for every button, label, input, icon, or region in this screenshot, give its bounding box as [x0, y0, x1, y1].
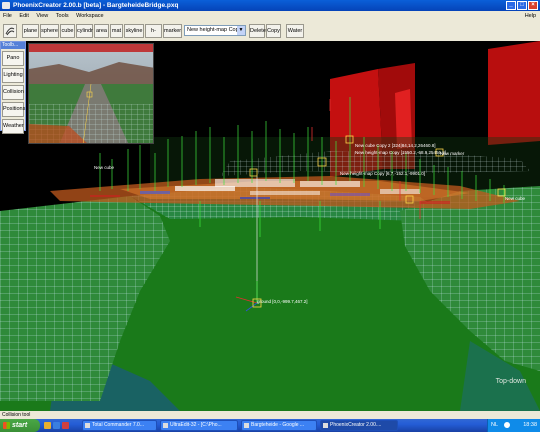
cylinder-button[interactable]: cylindr — [76, 24, 93, 38]
menu-workspace[interactable]: Workspace — [76, 13, 103, 19]
copy-button[interactable]: Copy — [266, 24, 281, 38]
clock: 18:38 — [523, 422, 537, 428]
cube-button[interactable]: cube — [60, 24, 75, 38]
object-select-value: New height-map Copy — [187, 27, 242, 33]
window-icon — [323, 423, 328, 428]
label-ground[interactable]: ground [0,0,-999.7,467.2] — [257, 299, 308, 304]
task-phoenixcreator[interactable]: PhoenixCreator 2.00.... — [320, 420, 398, 431]
toolbar: plane sphere cube cylindr area mat skyli… — [0, 21, 540, 46]
tray-language[interactable]: NL — [491, 419, 498, 432]
window-title: PhoenixCreator 2.00.b [beta] - Bargtehei… — [13, 2, 179, 9]
start-label: start — [12, 422, 28, 429]
object-select[interactable]: New height-map Copy ▼ — [184, 25, 246, 36]
minimize-button[interactable]: _ — [506, 1, 516, 10]
toolbox-panel: Toolb... Pano Lighting Collision Positio… — [0, 41, 26, 134]
label-new-cube[interactable]: New cube — [94, 165, 114, 170]
menu-edit[interactable]: Edit — [19, 13, 28, 19]
menu-file[interactable]: File — [3, 13, 12, 19]
system-tray: NL 18:38 — [487, 419, 540, 432]
label-heightmap-copy[interactable]: New height-map Copy [1550.2,-68.9,25456.… — [355, 150, 446, 155]
status-text: Collision tool — [2, 412, 31, 418]
marker-button[interactable]: marker — [163, 24, 182, 38]
quicklaunch-ie-icon[interactable] — [53, 422, 60, 429]
title-bar: PhoenixCreator 2.00.b [beta] - Bargtehei… — [0, 0, 540, 11]
close-button[interactable]: × — [528, 1, 538, 10]
plane-button[interactable]: plane — [22, 24, 39, 38]
tool-positions[interactable]: Positions — [2, 102, 25, 117]
tool-collision[interactable]: Collision — [2, 85, 24, 100]
sphere-button[interactable]: sphere — [40, 24, 59, 38]
start-button[interactable]: start — [0, 419, 40, 432]
preview-panorama[interactable] — [28, 43, 154, 144]
hmap-button[interactable]: h-map — [145, 24, 162, 46]
red-block-right — [488, 41, 540, 145]
taskbar: start Total Commander 7.0... UltraEdit-3… — [0, 419, 540, 432]
chevron-down-icon[interactable]: ▼ — [237, 26, 245, 35]
quicklaunch-app-icon[interactable] — [62, 422, 69, 429]
window-icon — [244, 423, 249, 428]
menu-help[interactable]: Help — [525, 11, 536, 21]
window-icon — [163, 423, 168, 428]
label-new-cube-right[interactable]: New cube — [505, 196, 525, 201]
area-button[interactable]: area — [94, 24, 109, 38]
maximize-button[interactable]: □ — [517, 1, 527, 10]
menu-tools[interactable]: Tools — [56, 13, 69, 19]
logo-icon[interactable] — [3, 24, 17, 38]
status-bar: Collision tool — [0, 411, 540, 419]
tool-pano[interactable]: Pano — [2, 51, 24, 66]
skyline-button[interactable]: skyline — [124, 24, 144, 38]
menu-view[interactable]: View — [36, 13, 48, 19]
delete-button[interactable]: Delete — [249, 24, 266, 38]
tray-icon[interactable] — [504, 422, 510, 428]
menu-bar: File Edit View Tools Workspace Help — [0, 11, 540, 21]
toolbox-title[interactable]: Toolb... — [1, 42, 25, 49]
view-mode-label: Top-down — [495, 378, 526, 385]
windows-logo-icon — [3, 422, 10, 429]
label-new-marker[interactable]: New marker — [440, 151, 464, 156]
label-heightmap-copy2[interactable]: New height-map Copy [6,7,-152.1,-9901.0] — [340, 171, 425, 176]
task-google-earth[interactable]: Bargteheide - Google ... — [241, 420, 317, 431]
task-total-commander[interactable]: Total Commander 7.0... — [82, 420, 157, 431]
task-ultraedit[interactable]: UltraEdit-32 - [C:\Pho... — [160, 420, 238, 431]
quicklaunch-folder-icon[interactable] — [44, 422, 51, 429]
mat-button[interactable]: mat — [110, 24, 123, 38]
window-icon — [85, 423, 90, 428]
tool-lighting[interactable]: Lighting — [2, 68, 24, 83]
tool-weather[interactable]: Weather — [2, 119, 24, 134]
app-icon[interactable] — [2, 2, 10, 9]
water-button[interactable]: Water — [286, 24, 304, 38]
label-cube-copy2[interactable]: New cube Copy 2 [324|84,14,2,26460.8] — [355, 143, 435, 148]
